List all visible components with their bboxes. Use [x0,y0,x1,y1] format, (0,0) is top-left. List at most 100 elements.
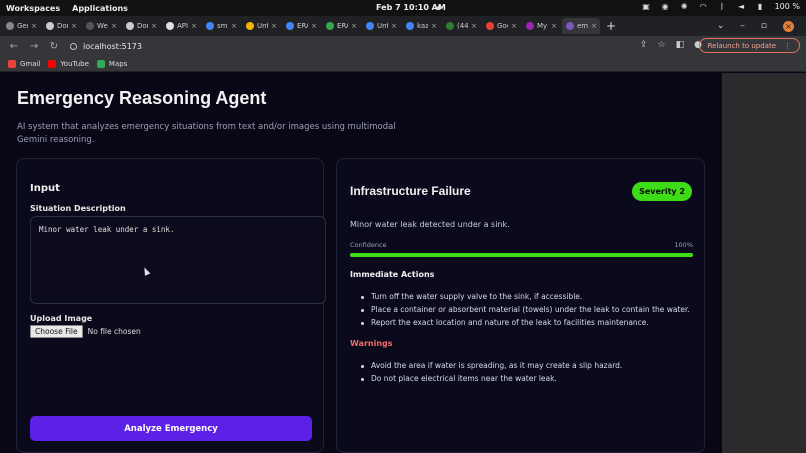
tab-favicon-icon [446,22,454,30]
bookmark-youtube[interactable]: YouTube [48,59,89,68]
wifi-icon[interactable]: ◠ [699,2,708,11]
tab-close-icon[interactable]: × [151,22,157,30]
tab-favicon-icon [286,22,294,30]
tab-close-icon[interactable]: × [231,22,237,30]
browser-tab[interactable]: ERA× [322,18,360,34]
bookmark-maps[interactable]: Maps [96,59,128,68]
browser-tab[interactable]: API × [162,18,200,34]
browser-tab[interactable]: ERA× [282,18,320,34]
analyze-emergency-button[interactable]: Analyze Emergency [30,416,312,441]
youtube-icon [48,59,57,68]
applications-menu[interactable]: Applications [72,4,128,13]
actions-heading: Immediate Actions [350,270,435,279]
page-scrollbar-area[interactable] [722,73,806,453]
toolbar-icons: ⇪ ☆ ◧ ● [640,40,702,50]
bookmarks-bar: Gmail YouTube Maps [0,56,806,72]
warnings-list: Avoid the area if water is spreading, as… [358,360,622,386]
file-input[interactable]: Choose File No file chosen [30,325,141,338]
workspaces-button[interactable]: Workspaces [6,4,60,13]
bookmark-label: Maps [108,59,128,68]
os-top-bar: Workspaces Applications Feb 7 10:10 AM ▣… [0,0,806,16]
tab-close-icon[interactable]: × [351,22,357,30]
address-field[interactable]: localhost:5173 [70,42,142,51]
tab-favicon-icon [166,22,174,30]
tab-favicon-icon [246,22,254,30]
severity-badge: Severity 2 [632,182,692,201]
tab-close-icon[interactable]: × [71,22,77,30]
action-item: Turn off the water supply valve to the s… [358,291,690,304]
tab-title: ERA [337,22,348,30]
bookmark-star-icon[interactable]: ☆ [658,40,666,50]
kebab-menu-icon[interactable]: ⋮ [784,42,791,50]
forward-icon[interactable]: → [28,41,40,52]
tab-search-icon[interactable]: ⌄ [717,21,725,31]
sidebar-icon[interactable]: ◧ [676,40,685,50]
result-summary: Minor water leak detected under a sink. [350,220,510,229]
choose-file-button[interactable]: Choose File [30,325,83,338]
tab-close-icon[interactable]: × [471,22,477,30]
tab-title: Gen [17,22,28,30]
tab-close-icon[interactable]: × [391,22,397,30]
battery-percent: 100 % [774,2,800,11]
relaunch-button[interactable]: Relaunch to update ⋮ [698,38,800,53]
share-icon[interactable]: ⇪ [640,40,648,50]
tab-title: Unt [257,22,269,30]
record-icon[interactable]: ▣ [642,2,651,11]
tab-title: API [177,22,189,30]
tab-close-icon[interactable]: × [271,22,277,30]
tab-favicon-icon [206,22,214,30]
input-heading: Input [30,183,60,194]
browser-tab[interactable]: em × [562,18,600,34]
new-tab-button[interactable]: + [606,19,616,33]
tab-favicon-icon [566,22,574,30]
bookmark-label: YouTube [60,59,89,68]
browser-tab[interactable]: kaz × [402,18,440,34]
action-item: Place a container or absorbent material … [358,304,690,317]
bluetooth-icon[interactable]: ᛒ [718,2,727,11]
browser-tab[interactable]: My × [522,18,560,34]
browser-tab[interactable]: Dor × [122,18,160,34]
minimize-icon[interactable]: – [740,21,745,31]
browser-tab[interactable]: sma× [202,18,240,34]
tab-title: (44 [457,22,469,30]
site-info-icon[interactable] [70,42,77,50]
maximize-icon[interactable]: ▫ [761,21,767,31]
close-window-icon[interactable]: × [783,20,794,32]
browser-tab[interactable]: Unt × [242,18,280,34]
tab-close-icon[interactable]: × [511,22,517,30]
confidence-bar [350,253,693,257]
tab-favicon-icon [86,22,94,30]
notification-dot [437,6,441,10]
volume-icon[interactable]: ◄ [737,2,746,11]
browser-tab[interactable]: Gen× [2,18,40,34]
relaunch-label: Relaunch to update [707,41,776,50]
browser-tab[interactable]: Unt × [362,18,400,34]
tab-close-icon[interactable]: × [431,22,437,30]
discord-icon[interactable]: ◉ [661,2,670,11]
system-tray[interactable]: ▣ ◉ ✺ ◠ ᛒ ◄ ▮ 100 % [642,2,800,11]
warning-item: Do not place electrical items near the w… [358,373,622,386]
reload-icon[interactable]: ↻ [48,41,60,52]
tab-close-icon[interactable]: × [311,22,317,30]
tab-close-icon[interactable]: × [31,22,37,30]
browser-tab[interactable]: (44 × [442,18,480,34]
tab-favicon-icon [486,22,494,30]
tab-title: My [537,22,548,30]
browser-tab[interactable]: Dor × [42,18,80,34]
situation-textarea[interactable]: Minor water leak under a sink. [30,216,326,304]
settings-icon[interactable]: ✺ [680,2,689,11]
result-title: Infrastructure Failure [350,184,471,198]
tab-title: ERA [297,22,308,30]
tab-close-icon[interactable]: × [191,22,197,30]
tab-close-icon[interactable]: × [111,22,117,30]
bookmark-gmail[interactable]: Gmail [8,59,40,68]
back-icon[interactable]: ← [8,41,20,52]
page-title: Emergency Reasoning Agent [17,88,267,108]
tab-close-icon[interactable]: × [551,22,557,30]
browser-tab[interactable]: Goc× [482,18,520,34]
browser-tab[interactable]: Wel× [82,18,120,34]
clock[interactable]: Feb 7 10:10 AM [376,3,446,12]
tab-title: Dor [137,22,149,30]
tab-close-icon[interactable]: × [591,22,597,30]
battery-icon[interactable]: ▮ [756,2,765,11]
